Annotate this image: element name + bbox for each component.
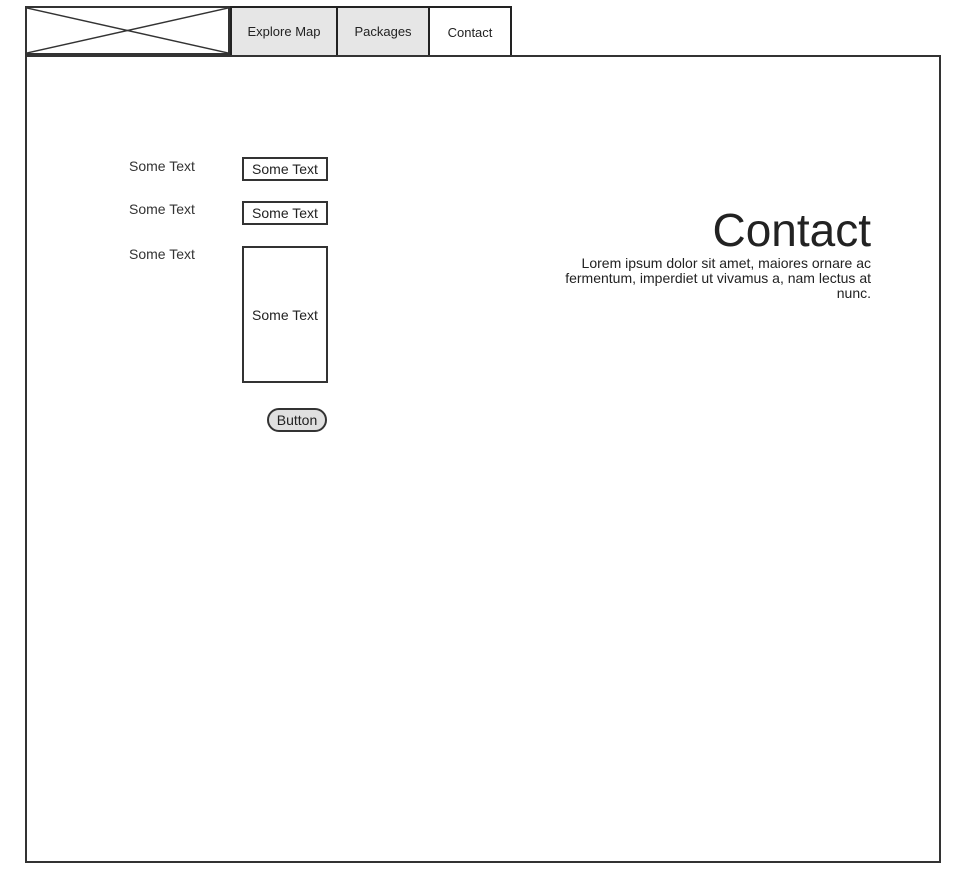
page-title: Contact: [712, 204, 871, 256]
form-label-3: Some Text: [129, 246, 195, 262]
image-placeholder-icon: [27, 8, 228, 53]
form-label-1: Some Text: [129, 158, 195, 174]
tab-explore-map[interactable]: Explore Map: [232, 8, 338, 55]
logo-image-placeholder: [25, 6, 230, 55]
tab-packages[interactable]: Packages: [338, 8, 430, 55]
text-field-1[interactable]: Some Text: [242, 157, 328, 181]
content-frame: Some Text Some Text Some Text Some Text …: [25, 55, 941, 863]
text-field-2[interactable]: Some Text: [242, 201, 328, 225]
tab-contact[interactable]: Contact: [430, 8, 510, 57]
form-label-2: Some Text: [129, 201, 195, 217]
contact-description: Lorem ipsum dolor sit amet, maiores orna…: [565, 255, 871, 301]
main-nav-tabs: Explore Map Packages Contact: [230, 6, 512, 57]
submit-button[interactable]: Button: [267, 408, 327, 432]
textarea-field[interactable]: Some Text: [242, 246, 328, 383]
